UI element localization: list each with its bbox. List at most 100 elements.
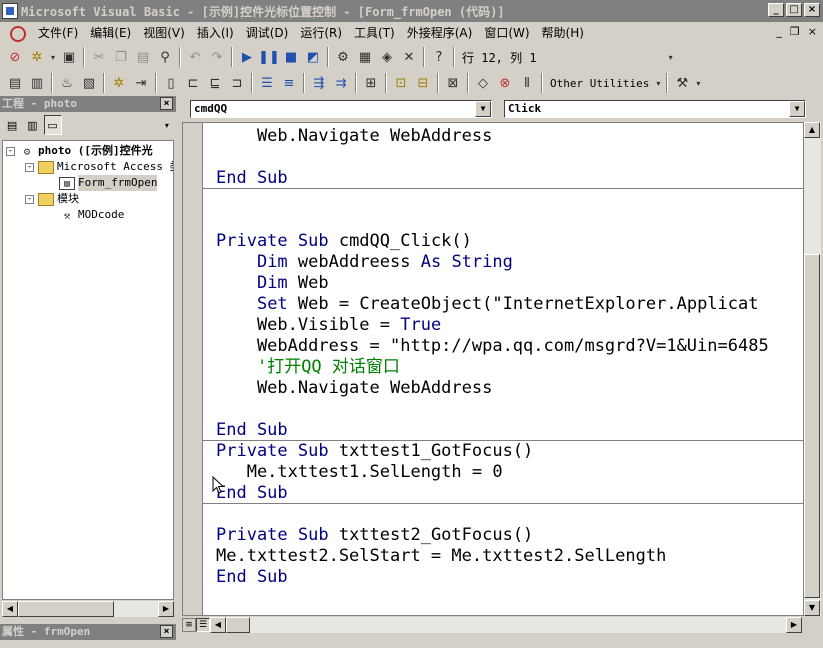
project-panel-close-button[interactable]: × bbox=[160, 97, 173, 110]
toggle-bookmark-icon[interactable]: ⊞ bbox=[361, 73, 381, 93]
break-icon[interactable]: ❚❚ bbox=[258, 47, 280, 67]
tree-item-access-classes[interactable]: - Microsoft Access 类 bbox=[25, 159, 173, 175]
scroll-thumb[interactable] bbox=[18, 601, 114, 617]
object-browser-icon[interactable]: ◈ bbox=[377, 47, 397, 67]
find-icon[interactable]: ⚲ bbox=[155, 47, 175, 67]
mdi-minimize-button[interactable]: _ bbox=[776, 25, 782, 38]
properties-panel-title[interactable]: 属性 - frmOpen × bbox=[0, 624, 176, 640]
properties-window-icon[interactable]: ▦ bbox=[355, 47, 375, 67]
margin-indicator-bar[interactable] bbox=[183, 123, 203, 615]
comment-block-icon[interactable]: ⇶ bbox=[309, 73, 329, 93]
tree-item-project[interactable]: - ⚙ photo ([示例]控件光 bbox=[6, 143, 153, 159]
help-icon[interactable]: ? bbox=[429, 47, 449, 67]
collapse-icon[interactable]: - bbox=[25, 162, 34, 172]
view-object-icon[interactable]: ▥ bbox=[23, 115, 41, 135]
procedure-view-icon[interactable]: ≡ bbox=[182, 617, 196, 632]
tools-icon[interactable]: ⚒ bbox=[672, 73, 692, 93]
tools-arrow-icon[interactable]: ▾ bbox=[694, 73, 702, 93]
project-tree-hscroll[interactable]: ◀ ▶ bbox=[2, 601, 174, 617]
menu-help[interactable]: 帮助(H) bbox=[536, 23, 590, 43]
uncomment-block-icon[interactable]: ⇉ bbox=[331, 73, 351, 93]
minimize-button[interactable]: _ bbox=[768, 3, 784, 17]
delete-icon[interactable]: ⊗ bbox=[495, 73, 515, 93]
mdi-restore-button[interactable]: ❐ bbox=[790, 25, 800, 38]
menu-insert[interactable]: 插入(I) bbox=[191, 23, 240, 43]
code-line[interactable]: Web.Navigate WebAddress bbox=[216, 126, 492, 147]
scroll-left-icon[interactable]: ◀ bbox=[210, 616, 226, 633]
project-panel-title[interactable]: 工程 - photo × bbox=[0, 96, 176, 112]
tree-item-modcode[interactable]: ⚒ MODcode bbox=[59, 207, 125, 223]
complete-word-icon[interactable]: ✲ bbox=[109, 73, 129, 93]
hscroll-thumb[interactable] bbox=[226, 616, 250, 633]
quick-info-icon[interactable]: ♨ bbox=[57, 73, 77, 93]
code-line[interactable]: Set Web = CreateObject("InternetExplorer… bbox=[216, 294, 759, 315]
next-bookmark-icon[interactable]: ⊡ bbox=[391, 73, 411, 93]
scroll-down-icon[interactable]: ▼ bbox=[804, 600, 820, 616]
access-view-icon[interactable] bbox=[8, 24, 26, 42]
indent-icon[interactable]: ⇥ bbox=[131, 73, 151, 93]
menu-file[interactable]: 文件(F) bbox=[32, 23, 84, 43]
code-line[interactable]: Private Sub txttest2_GotFocus() bbox=[216, 525, 533, 546]
code-line[interactable]: End Sub bbox=[216, 168, 288, 189]
full-module-view-icon[interactable]: ☰ bbox=[196, 617, 210, 632]
other-utilities-arrow-icon[interactable]: ▾ bbox=[654, 73, 662, 93]
object-combo[interactable]: cmdQQ ▼ bbox=[190, 100, 492, 118]
redo-icon[interactable]: ↷ bbox=[207, 47, 227, 67]
save-icon[interactable]: ▣ bbox=[59, 47, 79, 67]
panel-options-icon[interactable]: ▾ bbox=[158, 115, 176, 135]
maximize-button[interactable]: □ bbox=[786, 3, 802, 17]
menu-edit[interactable]: 编辑(E) bbox=[84, 23, 137, 43]
dropdown-arrow-icon[interactable]: ▼ bbox=[789, 101, 805, 117]
code-line[interactable]: '打开QQ 对话窗口 bbox=[216, 357, 400, 378]
parameter-info-icon[interactable]: ▧ bbox=[79, 73, 99, 93]
copy-icon[interactable]: ❐ bbox=[111, 47, 131, 67]
align-center-icon[interactable]: ⊑ bbox=[205, 73, 225, 93]
mdi-close-button[interactable]: × bbox=[808, 25, 817, 38]
outdent-icon[interactable]: ▯ bbox=[161, 73, 181, 93]
numbered-list-icon[interactable]: ≡ bbox=[279, 73, 299, 93]
code-line[interactable]: Me.txttest1.SelLength = 0 bbox=[216, 462, 503, 483]
code-line[interactable]: End Sub bbox=[216, 483, 288, 504]
list-constants-icon[interactable]: ▥ bbox=[27, 73, 47, 93]
scroll-right-icon[interactable]: ▶ bbox=[158, 601, 174, 617]
code-editor[interactable]: Web.Navigate WebAddress End Sub Private Su… bbox=[182, 122, 804, 616]
dropdown-arrow-icon[interactable]: ▼ bbox=[475, 101, 491, 117]
code-line[interactable]: Private Sub txttest1_GotFocus() bbox=[216, 441, 533, 462]
other-utilities-menu[interactable]: Other Utilities bbox=[546, 77, 653, 90]
code-line[interactable]: Private Sub cmdQQ_Click() bbox=[216, 231, 472, 252]
scroll-left-icon[interactable]: ◀ bbox=[2, 601, 18, 617]
view-access-icon[interactable]: ⊘ bbox=[5, 47, 25, 67]
menu-view[interactable]: 视图(V) bbox=[137, 23, 191, 43]
menu-addins[interactable]: 外接程序(A) bbox=[401, 23, 479, 43]
align-right-icon[interactable]: ⊐ bbox=[227, 73, 247, 93]
view-code-icon[interactable]: ▤ bbox=[3, 115, 21, 135]
code-line[interactable]: Dim webAddreess As String bbox=[216, 252, 513, 273]
code-line[interactable]: End Sub bbox=[216, 567, 288, 588]
align-left-icon[interactable]: ⊏ bbox=[183, 73, 203, 93]
code-line[interactable]: Dim Web bbox=[216, 273, 329, 294]
reset-icon[interactable]: ■ bbox=[281, 47, 301, 67]
toolbar-options-icon[interactable]: ▾ bbox=[661, 47, 681, 67]
undo-icon[interactable]: ↶ bbox=[185, 47, 205, 67]
bullet-list-icon[interactable]: ☰ bbox=[257, 73, 277, 93]
collapse-icon[interactable]: - bbox=[25, 194, 34, 204]
clear-bookmarks-icon[interactable]: ⊠ bbox=[443, 73, 463, 93]
list-properties-icon[interactable]: ▤ bbox=[5, 73, 25, 93]
toolbox-icon[interactable]: ✕ bbox=[399, 47, 419, 67]
cut-icon[interactable]: ✂ bbox=[89, 47, 109, 67]
code-line[interactable]: Web.Visible = True bbox=[216, 315, 441, 336]
insert-module-icon[interactable]: ✲ bbox=[27, 47, 47, 67]
menu-tools[interactable]: 工具(T) bbox=[348, 23, 401, 43]
run-icon[interactable]: ▶ bbox=[237, 47, 257, 67]
properties-panel-close-button[interactable]: × bbox=[160, 625, 173, 638]
scroll-right-icon[interactable]: ▶ bbox=[786, 616, 802, 633]
dropdown-arrow-icon[interactable]: ▾ bbox=[49, 47, 57, 67]
eraser-icon[interactable]: ◇ bbox=[473, 73, 493, 93]
menu-window[interactable]: 窗口(W) bbox=[478, 23, 535, 43]
project-explorer-icon[interactable]: ⚙ bbox=[333, 47, 353, 67]
menu-debug[interactable]: 调试(D) bbox=[240, 23, 295, 43]
design-mode-icon[interactable]: ◩ bbox=[303, 47, 323, 67]
tree-item-form-frmopen[interactable]: ▤ Form_frmOpen bbox=[59, 175, 158, 191]
close-button[interactable]: × bbox=[804, 3, 820, 17]
paste-icon[interactable]: ▤ bbox=[133, 47, 153, 67]
